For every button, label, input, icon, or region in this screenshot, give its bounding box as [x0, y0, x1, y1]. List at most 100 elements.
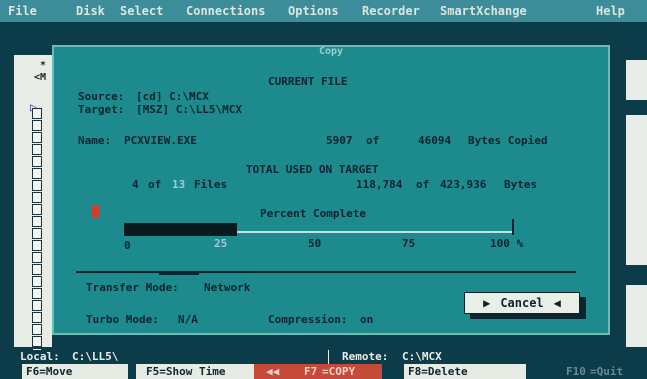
files-suffix: Files: [194, 178, 228, 191]
file-icon[interactable]: [32, 252, 42, 263]
compression-label: Compression:: [268, 313, 348, 326]
fkey-copy-label: =COPY: [322, 365, 356, 378]
file-icon[interactable]: [32, 204, 42, 215]
file-name: PCXVIEW.EXE: [124, 134, 197, 147]
file-icon[interactable]: [32, 144, 42, 155]
fkey-show-time[interactable]: F5=Show Time: [146, 365, 225, 378]
transfer-mode-value: Network: [204, 281, 251, 294]
file-icon[interactable]: [32, 168, 42, 179]
file-icon[interactable]: [32, 288, 42, 299]
left-border: [0, 40, 14, 350]
file-icon[interactable]: [32, 312, 42, 323]
files-of: of: [148, 178, 162, 191]
scale-25: 25: [214, 237, 228, 250]
remote-label: Remote:: [342, 350, 389, 363]
file-icon[interactable]: [32, 180, 42, 191]
turbo-mode-value: N/A: [178, 313, 198, 326]
files-total: 13: [172, 178, 186, 191]
fkey-quit-key: F10: [566, 365, 586, 378]
location-bar: Local: C:\LL5\ Remote: C:\MCX: [0, 350, 647, 364]
local-path: C:\LL5\: [72, 350, 119, 363]
bytes-copied: 5907: [326, 134, 353, 147]
menu-connections[interactable]: Connections: [186, 4, 265, 18]
location-divider: [328, 350, 329, 364]
progress-bar-fill: [124, 223, 237, 236]
scale-75: 75: [402, 237, 416, 250]
remote-file-panel[interactable]: [626, 115, 647, 265]
divider-mark: [159, 273, 199, 275]
arrow-right-icon: ▶: [483, 296, 491, 310]
file-icon[interactable]: [32, 276, 42, 287]
bytes-capacity: 423,936: [440, 178, 487, 191]
file-icon[interactable]: [32, 264, 42, 275]
total-heading: TOTAL USED ON TARGET: [246, 163, 379, 176]
fkey-show-time-label: =Show Time: [159, 365, 226, 378]
remote-file-panel[interactable]: [626, 285, 647, 347]
file-icon[interactable]: [32, 120, 42, 131]
file-icon[interactable]: [32, 300, 42, 311]
copy-arrow-icon: ◀◀: [266, 365, 280, 378]
file-icon[interactable]: [32, 324, 42, 335]
activity-indicator: [92, 205, 99, 217]
file-icon[interactable]: [32, 156, 42, 167]
compression-value: on: [360, 313, 374, 326]
target-value: [MSZ] C:\LL5\MCX: [136, 103, 242, 116]
menu-options[interactable]: Options: [288, 4, 339, 18]
cancel-button[interactable]: ▶ Cancel ◀: [464, 292, 580, 314]
file-icon[interactable]: [32, 336, 42, 347]
title-strip: [0, 22, 647, 42]
arrow-left-icon: ◀: [553, 296, 561, 310]
progress-end-marker: [512, 219, 514, 235]
fkey-copy[interactable]: ◀◀ F7 =COPY: [254, 364, 382, 379]
source-label: Source:: [78, 90, 125, 103]
transfer-mode-label: Transfer Mode:: [86, 281, 179, 294]
file-icon[interactable]: [32, 132, 42, 143]
fkey-quit-label: =Quit: [590, 365, 624, 378]
menu-bar: File Disk Select Connections Options Rec…: [0, 0, 647, 22]
fkey-delete-key: F8: [408, 365, 422, 378]
bytes-used: 118,784: [356, 178, 403, 191]
percent-heading: Percent Complete: [260, 207, 366, 220]
bytes-total: 46094: [418, 134, 452, 147]
fkey-delete-label: =Delete: [421, 365, 468, 378]
menu-smartxchange[interactable]: SmartXchange: [440, 4, 527, 18]
bytes-used-of: of: [416, 178, 430, 191]
scale-100: 100 %: [490, 237, 524, 250]
file-icon[interactable]: [32, 228, 42, 239]
target-label: Target:: [78, 103, 125, 116]
file-icon[interactable]: [32, 192, 42, 203]
fkey-show-time-key: F5: [146, 365, 160, 378]
local-label: Local:: [20, 350, 60, 363]
copy-dialog: Copy CURRENT FILE Source: [cd] C:\MCX Ta…: [52, 45, 610, 335]
fkey-delete[interactable]: F8=Delete: [408, 365, 468, 378]
key-gap: [128, 364, 136, 379]
current-file-heading: CURRENT FILE: [268, 75, 348, 88]
file-icon[interactable]: [32, 240, 42, 251]
fkey-move[interactable]: F6=Move: [26, 365, 72, 378]
panel-drive-label: <M: [34, 72, 47, 83]
fkey-quit[interactable]: F10 =Quit: [526, 364, 647, 379]
menu-disk[interactable]: Disk: [76, 4, 105, 18]
source-value: [cd] C:\MCX: [136, 90, 209, 103]
menu-help[interactable]: Help: [596, 4, 625, 18]
remote-path: C:\MCX: [402, 350, 442, 363]
turbo-mode-label: Turbo Mode:: [86, 313, 159, 326]
fkey-move-key: F6: [26, 365, 40, 378]
function-key-bar: F6=Move F5=Show Time ◀◀ F7 =COPY F8=Dele…: [0, 364, 647, 379]
scale-50: 50: [308, 237, 322, 250]
file-icon[interactable]: [32, 216, 42, 227]
key-gap: [382, 364, 404, 379]
menu-recorder[interactable]: Recorder: [362, 4, 420, 18]
fkey-copy-key: F7: [304, 365, 318, 378]
menu-file[interactable]: File: [8, 4, 37, 18]
fkey-move-label: =Move: [39, 365, 73, 378]
name-label: Name:: [78, 134, 112, 147]
dialog-title: Copy: [318, 46, 344, 57]
cancel-label: Cancel: [500, 296, 544, 310]
remote-file-panel[interactable]: [626, 60, 647, 100]
menu-select[interactable]: Select: [120, 4, 163, 18]
file-icon[interactable]: [32, 108, 42, 119]
bytes-copied-suffix: Bytes Copied: [468, 134, 548, 147]
bytes-used-suffix: Bytes: [504, 178, 538, 191]
key-gap: [0, 364, 22, 379]
